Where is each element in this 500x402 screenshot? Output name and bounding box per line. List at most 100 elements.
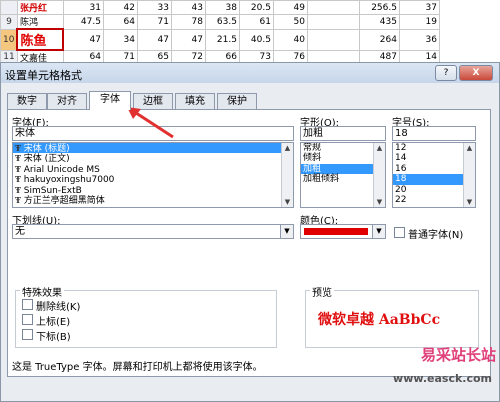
style-input[interactable]: 加粗: [300, 126, 386, 141]
table-cell[interactable]: 47: [136, 28, 172, 51]
tab-font[interactable]: 字体: [89, 91, 131, 110]
table-row: 9 陈鸿 47.5 64 71 78 63.5 61 50 435 19: [0, 14, 440, 30]
style-list-scrollbar[interactable]: ▲ ▼: [373, 143, 385, 207]
watermark-url: www.easck.com: [393, 372, 492, 385]
table-cell[interactable]: 256.5: [358, 0, 400, 15]
truetype-icon: Ŧ: [15, 184, 24, 195]
table-cell[interactable]: 43: [170, 0, 206, 15]
normal-font-label: 普通字体(N): [408, 230, 464, 241]
underline-value: 无: [15, 226, 25, 237]
row-header[interactable]: [0, 0, 18, 15]
table-cell[interactable]: 61: [238, 14, 274, 30]
help-button[interactable]: ?: [435, 65, 457, 81]
truetype-icon: Ŧ: [15, 174, 24, 185]
list-item[interactable]: Ŧ hakuyoxingshu7000: [13, 174, 293, 186]
subscript-label: 下标(B): [36, 332, 71, 343]
table-cell[interactable]: 31: [62, 0, 104, 15]
font-description: 这是 TrueType 字体。屏幕和打印机上都将使用该字体。: [12, 362, 263, 373]
table-cell[interactable]: 40.5: [238, 28, 274, 51]
strikethrough-checkbox[interactable]: [22, 299, 33, 310]
font-list[interactable]: Ŧ 宋体 (标题) Ŧ 宋体 (正文) Ŧ Arial Unicode MS Ŧ ha…: [12, 142, 294, 208]
table-cell[interactable]: 36: [398, 28, 440, 51]
tab-fill[interactable]: 填充: [175, 93, 215, 109]
table-cell[interactable]: 20.5: [238, 0, 274, 15]
scroll-down-icon[interactable]: ▼: [282, 197, 293, 207]
list-item-label: hakuyoxingshu7000: [23, 175, 115, 186]
chevron-down-icon[interactable]: ▼: [372, 225, 385, 238]
table-cell[interactable]: [306, 0, 360, 15]
list-item-label: 12: [395, 143, 407, 153]
size-list[interactable]: 12 14 16 18 20 22 ▲ ▼: [392, 142, 476, 208]
list-item-label: 16: [395, 163, 407, 174]
table-cell[interactable]: 264: [358, 28, 400, 51]
subscript-checkbox[interactable]: [22, 329, 33, 340]
table-row: 张丹红 31 42 33 43 38 20.5 49 256.5 37: [0, 0, 440, 15]
list-item[interactable]: Ŧ SimSun-ExtB: [13, 184, 293, 196]
effects-group: 特殊效果 删除线(K) 上标(E) 下标(B): [15, 284, 277, 348]
table-cell[interactable]: 34: [102, 28, 138, 51]
table-cell[interactable]: [306, 28, 360, 51]
table-cell[interactable]: 21.5: [204, 28, 240, 51]
name-cell[interactable]: 陈鸿: [16, 14, 64, 30]
table-cell[interactable]: 78: [170, 14, 206, 30]
tab-alignment[interactable]: 对齐: [47, 93, 87, 109]
table-cell[interactable]: 40: [272, 28, 308, 51]
table-cell[interactable]: 435: [358, 14, 400, 30]
superscript-checkbox[interactable]: [22, 314, 33, 325]
close-button[interactable]: X: [459, 65, 493, 81]
list-item-label: 22: [395, 194, 407, 205]
preview-title: 预览: [310, 284, 334, 299]
tab-protection[interactable]: 保护: [217, 93, 257, 109]
dialog-title: 设置单元格格式: [5, 69, 82, 82]
underline-select[interactable]: 无 ▼: [12, 224, 294, 239]
truetype-icon: Ŧ: [15, 163, 24, 174]
table-cell[interactable]: 64: [102, 14, 138, 30]
list-item[interactable]: Ŧ 方正兰亭超细黑简体: [13, 194, 293, 206]
table-cell[interactable]: 37: [398, 0, 440, 15]
dialog-titlebar: 设置单元格格式 ? X: [1, 63, 499, 83]
size-input[interactable]: 18: [392, 126, 476, 141]
scroll-down-icon[interactable]: ▼: [374, 197, 385, 207]
truetype-icon: Ŧ: [15, 153, 24, 164]
scroll-down-icon[interactable]: ▼: [464, 197, 475, 207]
size-list-scrollbar[interactable]: ▲ ▼: [463, 143, 475, 207]
scroll-up-icon[interactable]: ▲: [374, 143, 385, 153]
scroll-up-icon[interactable]: ▲: [464, 143, 475, 153]
row-header[interactable]: 10: [0, 28, 18, 51]
row-header[interactable]: 9: [0, 14, 18, 30]
chevron-down-icon[interactable]: ▼: [280, 225, 293, 238]
table-cell[interactable]: 33: [136, 0, 172, 15]
table-cell[interactable]: 42: [102, 0, 138, 15]
table-cell[interactable]: [306, 14, 360, 30]
tab-number[interactable]: 数字: [7, 93, 47, 109]
table-cell[interactable]: 50: [272, 14, 308, 30]
list-item[interactable]: Ŧ 宋体 (标题): [13, 143, 293, 154]
table-cell[interactable]: 19: [398, 14, 440, 30]
normal-font-checkbox[interactable]: [394, 227, 405, 238]
scroll-up-icon[interactable]: ▲: [282, 143, 293, 153]
list-item-label: 18: [395, 174, 407, 185]
table-row: 10 陈鱼 47 34 47 47 21.5 40.5 40 264 36: [0, 28, 440, 51]
table-cell[interactable]: 38: [204, 0, 240, 15]
color-swatch: [304, 228, 368, 235]
name-cell[interactable]: 陈鱼: [16, 28, 65, 51]
color-picker[interactable]: ▼: [300, 224, 386, 239]
truetype-icon: Ŧ: [15, 143, 24, 153]
name-cell[interactable]: 张丹红: [16, 0, 64, 15]
table-cell[interactable]: 71: [136, 14, 172, 30]
watermark-logo: 易采站长站: [420, 346, 496, 364]
list-item-label: 倾斜: [303, 153, 322, 164]
table-cell[interactable]: 47: [170, 28, 206, 51]
font-tab-panel: 字体(F): 宋体 Ŧ 宋体 (标题) Ŧ 宋体 (正文) Ŧ Arial Unic…: [7, 109, 491, 377]
truetype-icon: Ŧ: [15, 194, 24, 205]
list-item[interactable]: Ŧ Arial Unicode MS: [13, 163, 293, 175]
style-list[interactable]: 常规 倾斜 加粗 加粗倾斜 ▲ ▼: [300, 142, 386, 208]
list-item[interactable]: Ŧ 宋体 (正文): [13, 153, 293, 164]
list-item-label: 加粗倾斜: [303, 174, 340, 185]
table-cell[interactable]: 49: [272, 0, 308, 15]
list-item-label: 14: [395, 153, 407, 164]
table-cell[interactable]: 47.5: [62, 14, 104, 30]
font-list-scrollbar[interactable]: ▲ ▼: [281, 143, 293, 207]
table-cell[interactable]: 63.5: [204, 14, 240, 30]
table-cell[interactable]: 47: [62, 28, 104, 51]
